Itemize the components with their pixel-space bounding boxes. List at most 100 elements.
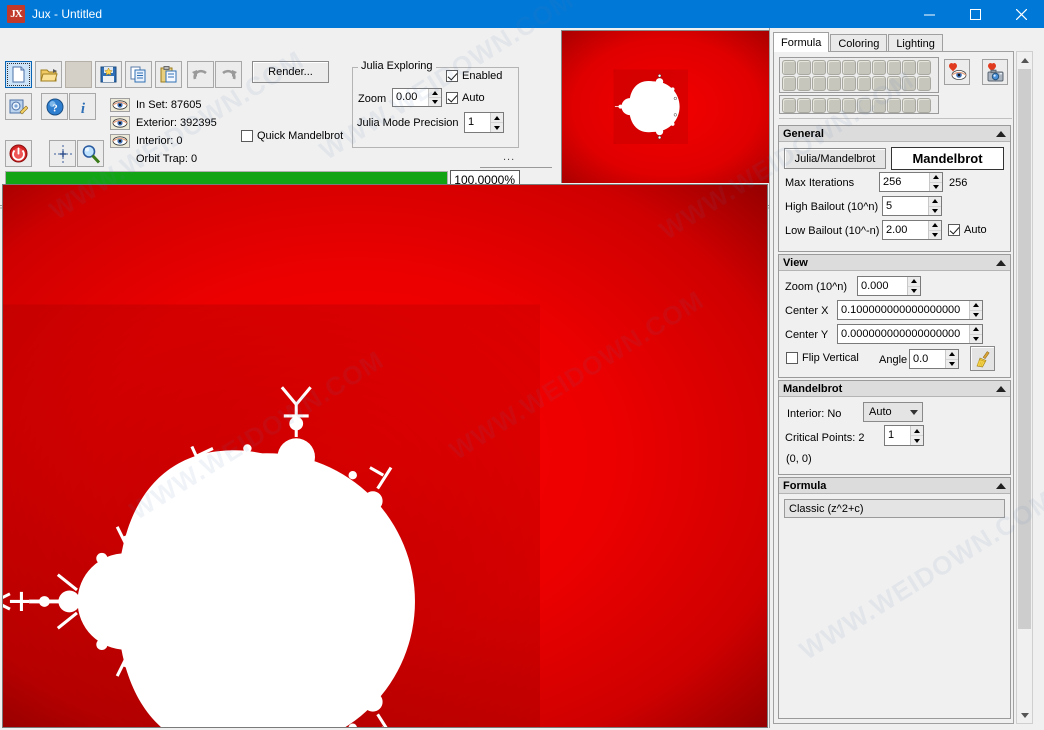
main-fractal-canvas[interactable]	[2, 184, 768, 728]
angle-spinner[interactable]: 0.0	[909, 349, 959, 369]
interior-mode-select[interactable]: Auto	[863, 402, 923, 422]
julia-zoom-spinner[interactable]: 0.00	[392, 88, 442, 107]
maximize-button[interactable]	[952, 0, 998, 28]
spinner-buttons[interactable]	[490, 113, 503, 132]
center-y-spinner[interactable]: 0.000000000000000000	[837, 324, 983, 344]
flip-vertical-checkbox[interactable]: Flip Vertical	[786, 352, 859, 364]
favorite-slot[interactable]	[827, 60, 841, 75]
favorite-slot[interactable]	[872, 60, 886, 75]
favorite-slot[interactable]	[812, 60, 826, 75]
minimize-button[interactable]	[906, 0, 952, 28]
redo-button[interactable]	[215, 61, 242, 88]
favorite-slot[interactable]	[782, 76, 796, 91]
favorite-slot[interactable]	[857, 60, 871, 75]
collapse-triangle-icon[interactable]	[996, 259, 1006, 266]
collapse-triangle-icon[interactable]	[996, 130, 1006, 137]
section-general-header[interactable]: General	[779, 126, 1010, 142]
critical-points-spinner[interactable]: 1	[884, 425, 924, 446]
scroll-down-button[interactable]	[1017, 707, 1032, 723]
spinner-buttons[interactable]	[928, 221, 941, 239]
favorite-slot[interactable]	[797, 60, 811, 75]
spinner-up[interactable]	[970, 301, 982, 311]
favorite-slot[interactable]	[827, 76, 841, 91]
favorite-slot[interactable]	[917, 98, 931, 113]
low-bailout-spinner[interactable]: 2.00	[882, 220, 942, 240]
tab-formula[interactable]: Formula	[773, 32, 830, 52]
spinner-down[interactable]	[930, 183, 942, 192]
formula-selected-item[interactable]: Classic (z^2+c)	[784, 499, 1005, 518]
julia-enabled-checkbox[interactable]: Enabled	[446, 70, 502, 82]
spinner-down[interactable]	[970, 311, 982, 320]
low-bailout-value[interactable]: 2.00	[883, 225, 928, 236]
spinner-down[interactable]	[429, 98, 441, 106]
favorite-slot[interactable]	[827, 98, 841, 113]
julia-zoom-value[interactable]: 0.00	[393, 92, 428, 103]
right-panel-scrollbar[interactable]	[1016, 51, 1033, 724]
spinner-buttons[interactable]	[910, 426, 923, 445]
section-mandelbrot-header[interactable]: Mandelbrot	[779, 381, 1010, 397]
julia-mandelbrot-toggle-button[interactable]: Julia/Mandelbrot	[784, 148, 886, 169]
spinner-buttons[interactable]	[907, 277, 920, 295]
spinner-buttons[interactable]	[928, 197, 941, 215]
scrollbar-thumb[interactable]	[1018, 69, 1031, 629]
toggle-exterior-visibility[interactable]	[110, 116, 130, 130]
spinner-down[interactable]	[946, 360, 958, 369]
favorite-slot[interactable]	[917, 60, 931, 75]
favorite-slot[interactable]	[917, 76, 931, 91]
favorite-slot[interactable]	[902, 98, 916, 113]
view-favorite-button[interactable]	[944, 59, 970, 85]
spinner-down[interactable]	[491, 123, 503, 132]
favorite-slot[interactable]	[842, 98, 856, 113]
spinner-down[interactable]	[929, 231, 941, 240]
favorite-slot[interactable]	[872, 76, 886, 91]
favorite-slot[interactable]	[902, 76, 916, 91]
render-button[interactable]: Render...	[252, 61, 329, 83]
spinner-up[interactable]	[946, 350, 958, 360]
spinner-up[interactable]	[929, 221, 941, 231]
julia-auto-checkbox[interactable]: Auto	[446, 92, 485, 104]
spinner-buttons[interactable]	[969, 301, 982, 319]
info-button[interactable]: i	[69, 93, 96, 120]
center-x-value[interactable]: 0.100000000000000000	[838, 305, 969, 316]
paste-button[interactable]	[155, 61, 182, 88]
julia-precision-spinner[interactable]: 1	[464, 112, 504, 133]
save-favorite-button[interactable]	[95, 61, 122, 88]
collapse-triangle-icon[interactable]	[996, 482, 1006, 489]
critical-points-value[interactable]: 1	[885, 430, 910, 441]
toggle-interior-visibility[interactable]	[110, 134, 130, 148]
new-file-button[interactable]	[5, 61, 32, 88]
favorite-slot[interactable]	[842, 60, 856, 75]
high-bailout-spinner[interactable]: 5	[882, 196, 942, 216]
copy-button[interactable]	[125, 61, 152, 88]
spinner-buttons[interactable]	[969, 325, 982, 343]
tab-lighting[interactable]: Lighting	[888, 34, 943, 52]
fractal-preview-thumbnail[interactable]	[561, 30, 770, 183]
favorite-slot[interactable]	[812, 76, 826, 91]
settings-button[interactable]	[5, 93, 32, 120]
max-iterations-spinner[interactable]: 256	[879, 172, 943, 192]
spinner-buttons[interactable]	[929, 173, 942, 191]
undo-button[interactable]	[187, 61, 214, 88]
favorite-slot[interactable]	[857, 76, 871, 91]
favorite-slot[interactable]	[857, 98, 871, 113]
spinner-up[interactable]	[911, 426, 923, 436]
favorite-slot[interactable]	[887, 98, 901, 113]
view-zoom-spinner[interactable]: 0.000	[857, 276, 921, 296]
low-bailout-auto-checkbox[interactable]: Auto	[948, 224, 987, 236]
close-button[interactable]	[998, 0, 1044, 28]
max-iterations-value[interactable]: 256	[880, 177, 929, 188]
spinner-down[interactable]	[970, 335, 982, 344]
spinner-up[interactable]	[970, 325, 982, 335]
crosshair-button[interactable]	[49, 140, 76, 167]
favorites-grid-top[interactable]	[779, 57, 939, 93]
view-zoom-value[interactable]: 0.000	[858, 281, 907, 292]
capture-favorite-button[interactable]	[982, 59, 1008, 85]
favorite-slot[interactable]	[782, 60, 796, 75]
julia-precision-value[interactable]: 1	[465, 117, 490, 128]
toggle-in-set-visibility[interactable]	[110, 98, 130, 112]
center-x-spinner[interactable]: 0.100000000000000000	[837, 300, 983, 320]
spinner-up[interactable]	[929, 197, 941, 207]
scroll-up-button[interactable]	[1017, 52, 1032, 68]
favorite-slot[interactable]	[782, 98, 796, 113]
reset-view-button[interactable]	[970, 346, 995, 371]
